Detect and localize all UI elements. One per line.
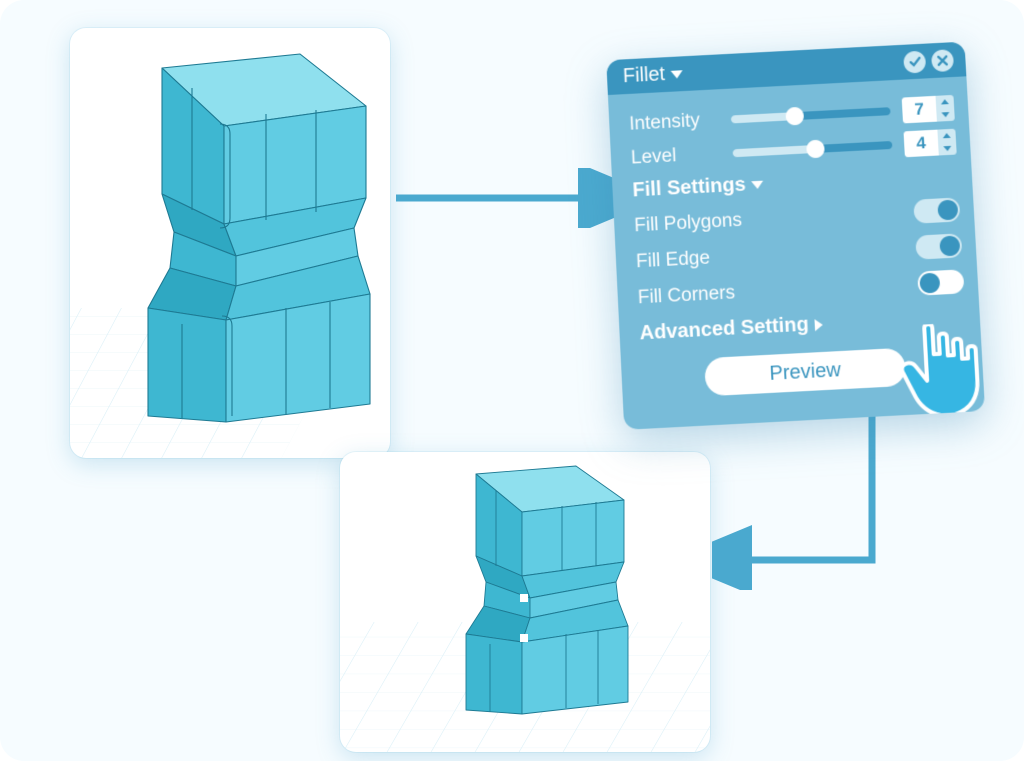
- preview-button[interactable]: Preview: [704, 348, 906, 397]
- intensity-value: 7: [902, 96, 937, 124]
- panel-title-text: Fillet: [622, 63, 665, 88]
- intensity-spin[interactable]: 7: [902, 95, 955, 124]
- fill-polygons-label: Fill Polygons: [634, 210, 743, 238]
- intensity-label: Intensity: [629, 109, 720, 136]
- fillet-panel: Fillet Intensity: [606, 42, 985, 430]
- intensity-slider[interactable]: [731, 107, 891, 123]
- panel-title-toggle[interactable]: Fillet: [622, 62, 683, 88]
- level-spin[interactable]: 4: [903, 129, 956, 158]
- close-button[interactable]: [931, 49, 954, 72]
- level-down[interactable]: [938, 142, 957, 156]
- flow-arrow-2: [712, 410, 912, 590]
- confirm-button[interactable]: [903, 50, 926, 73]
- chevron-right-icon: [814, 318, 823, 330]
- viewport-after: [340, 452, 710, 752]
- fill-edge-toggle[interactable]: [915, 233, 962, 259]
- viewport-before: [70, 28, 390, 458]
- chevron-down-icon: [671, 70, 683, 79]
- level-value: 4: [903, 130, 938, 158]
- level-label: Level: [630, 143, 721, 170]
- fill-corners-label: Fill Corners: [637, 282, 735, 309]
- cursor-hand-icon: [894, 321, 985, 424]
- fill-polygons-toggle[interactable]: [913, 197, 960, 223]
- level-up[interactable]: [937, 129, 956, 143]
- level-slider[interactable]: [733, 141, 893, 157]
- intensity-down[interactable]: [936, 108, 955, 122]
- flow-arrow-1: [392, 168, 622, 228]
- model-after-render: [340, 452, 710, 752]
- intensity-up[interactable]: [936, 95, 955, 109]
- chevron-down-icon: [751, 180, 763, 189]
- fill-corners-toggle[interactable]: [917, 269, 964, 295]
- model-before-render: [70, 28, 390, 458]
- fill-edge-label: Fill Edge: [636, 247, 711, 273]
